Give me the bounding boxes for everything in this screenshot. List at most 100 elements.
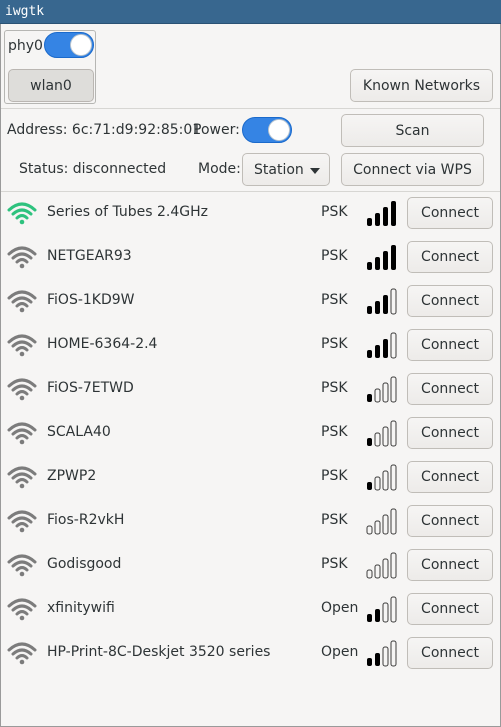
wlan0-button[interactable]: wlan0: [8, 69, 94, 102]
network-ssid: Fios-R2vkH: [47, 512, 125, 528]
mode-dropdown-value: Station: [254, 161, 304, 178]
network-row[interactable]: SCALA40 PSK Connect: [1, 412, 500, 456]
status-label: Status: disconnected: [19, 161, 167, 177]
connect-button-label: Connect: [421, 557, 479, 573]
phy-label: phy0: [8, 38, 43, 54]
network-security: PSK: [321, 292, 348, 308]
known-networks-button[interactable]: Known Networks: [350, 69, 493, 102]
connect-button[interactable]: Connect: [407, 593, 493, 625]
network-row[interactable]: Fios-R2vkH PSK Connect: [1, 500, 500, 544]
network-ssid: FiOS-1KD9W: [47, 292, 135, 308]
connect-button[interactable]: Connect: [407, 637, 493, 669]
power-toggle-switch[interactable]: [242, 117, 292, 143]
network-row[interactable]: ZPWP2 PSK Connect: [1, 456, 500, 500]
scan-button[interactable]: Scan: [341, 114, 484, 147]
phy-toggle-switch[interactable]: [44, 32, 94, 58]
connect-button-label: Connect: [421, 249, 479, 265]
network-security: PSK: [321, 468, 348, 484]
network-security: PSK: [321, 336, 348, 352]
signal-strength-icon: [367, 245, 396, 270]
connect-button-label: Connect: [421, 293, 479, 309]
network-row[interactable]: xfinitywifi Open Connect: [1, 588, 500, 632]
wifi-icon: [7, 290, 37, 313]
connect-button-label: Connect: [421, 205, 479, 221]
network-security: PSK: [321, 556, 348, 572]
network-row[interactable]: NETGEAR93 PSK Connect: [1, 236, 500, 280]
signal-strength-icon: [367, 640, 397, 667]
network-security: PSK: [321, 204, 348, 220]
connect-button-label: Connect: [421, 337, 479, 353]
network-row[interactable]: FiOS-1KD9W PSK Connect: [1, 280, 500, 324]
connect-button[interactable]: Connect: [407, 329, 493, 361]
wifi-icon: [7, 246, 37, 269]
connect-button[interactable]: Connect: [407, 197, 493, 229]
signal-strength-icon: [367, 464, 397, 491]
scan-button-label: Scan: [395, 122, 430, 139]
network-row[interactable]: FiOS-7ETWD PSK Connect: [1, 368, 500, 412]
window-title: iwgtk: [5, 4, 45, 19]
signal-strength-icon: [366, 552, 397, 579]
window-titlebar[interactable]: iwgtk: [0, 0, 501, 24]
network-security: PSK: [321, 512, 348, 528]
wifi-active-icon: [7, 202, 37, 225]
network-security: PSK: [321, 380, 348, 396]
connect-button-label: Connect: [421, 645, 479, 661]
wifi-icon: [7, 510, 37, 533]
signal-strength-icon: [367, 288, 397, 315]
network-ssid: HOME-6364-2.4: [47, 336, 158, 352]
connect-via-wps-button[interactable]: Connect via WPS: [341, 153, 484, 186]
wps-button-label: Connect via WPS: [353, 161, 472, 178]
mode-dropdown[interactable]: Station: [242, 153, 330, 186]
switch-knob: [268, 119, 290, 141]
network-ssid: Godisgood: [47, 556, 122, 572]
signal-strength-icon: [367, 201, 396, 226]
connect-button[interactable]: Connect: [407, 417, 493, 449]
network-ssid: Series of Tubes 2.4GHz: [47, 204, 208, 220]
network-row[interactable]: Godisgood PSK Connect: [1, 544, 500, 588]
signal-strength-icon: [367, 420, 397, 447]
mode-label: Mode:: [198, 161, 241, 177]
wifi-icon: [7, 598, 37, 621]
signal-strength-icon: [367, 376, 397, 403]
connect-button-label: Connect: [421, 425, 479, 441]
network-ssid: SCALA40: [47, 424, 111, 440]
switch-knob: [70, 34, 92, 56]
wifi-icon: [7, 466, 37, 489]
network-security: PSK: [321, 424, 348, 440]
address-label: Address: 6c:71:d9:92:85:01: [7, 122, 202, 138]
connect-button[interactable]: Connect: [407, 373, 493, 405]
connect-button[interactable]: Connect: [407, 549, 493, 581]
wifi-icon: [7, 378, 37, 401]
network-ssid: xfinitywifi: [47, 600, 115, 616]
connect-button[interactable]: Connect: [407, 461, 493, 493]
network-row[interactable]: HP-Print-8C-Deskjet 3520 series Open Conne…: [1, 632, 500, 676]
signal-strength-icon: [367, 596, 397, 623]
connect-button-label: Connect: [421, 601, 479, 617]
signal-strength-icon: [367, 332, 397, 359]
signal-strength-icon: [366, 508, 397, 535]
connect-button[interactable]: Connect: [407, 285, 493, 317]
network-ssid: FiOS-7ETWD: [47, 380, 134, 396]
wlan0-button-label: wlan0: [30, 77, 72, 94]
wifi-icon: [7, 422, 37, 445]
connect-button[interactable]: Connect: [407, 505, 493, 537]
known-networks-label: Known Networks: [362, 77, 481, 94]
power-label: Power:: [193, 122, 240, 138]
network-list: Series of Tubes 2.4GHz PSK Connect NETGEAR9…: [1, 192, 500, 676]
network-row[interactable]: Series of Tubes 2.4GHz PSK Connect: [1, 192, 500, 236]
connect-button[interactable]: Connect: [407, 241, 493, 273]
network-security: Open: [321, 644, 359, 660]
connect-button-label: Connect: [421, 469, 479, 485]
network-ssid: HP-Print-8C-Deskjet 3520 series: [47, 644, 271, 660]
chevron-down-icon: [310, 168, 320, 174]
wifi-icon: [7, 334, 37, 357]
network-security: PSK: [321, 248, 348, 264]
wifi-icon: [7, 554, 37, 577]
network-ssid: NETGEAR93: [47, 248, 132, 264]
device-panel: phy0 wlan0: [4, 30, 96, 104]
network-row[interactable]: HOME-6364-2.4 PSK Connect: [1, 324, 500, 368]
network-ssid: ZPWP2: [47, 468, 97, 484]
connect-button-label: Connect: [421, 513, 479, 529]
connect-button-label: Connect: [421, 381, 479, 397]
wifi-icon: [7, 642, 37, 665]
